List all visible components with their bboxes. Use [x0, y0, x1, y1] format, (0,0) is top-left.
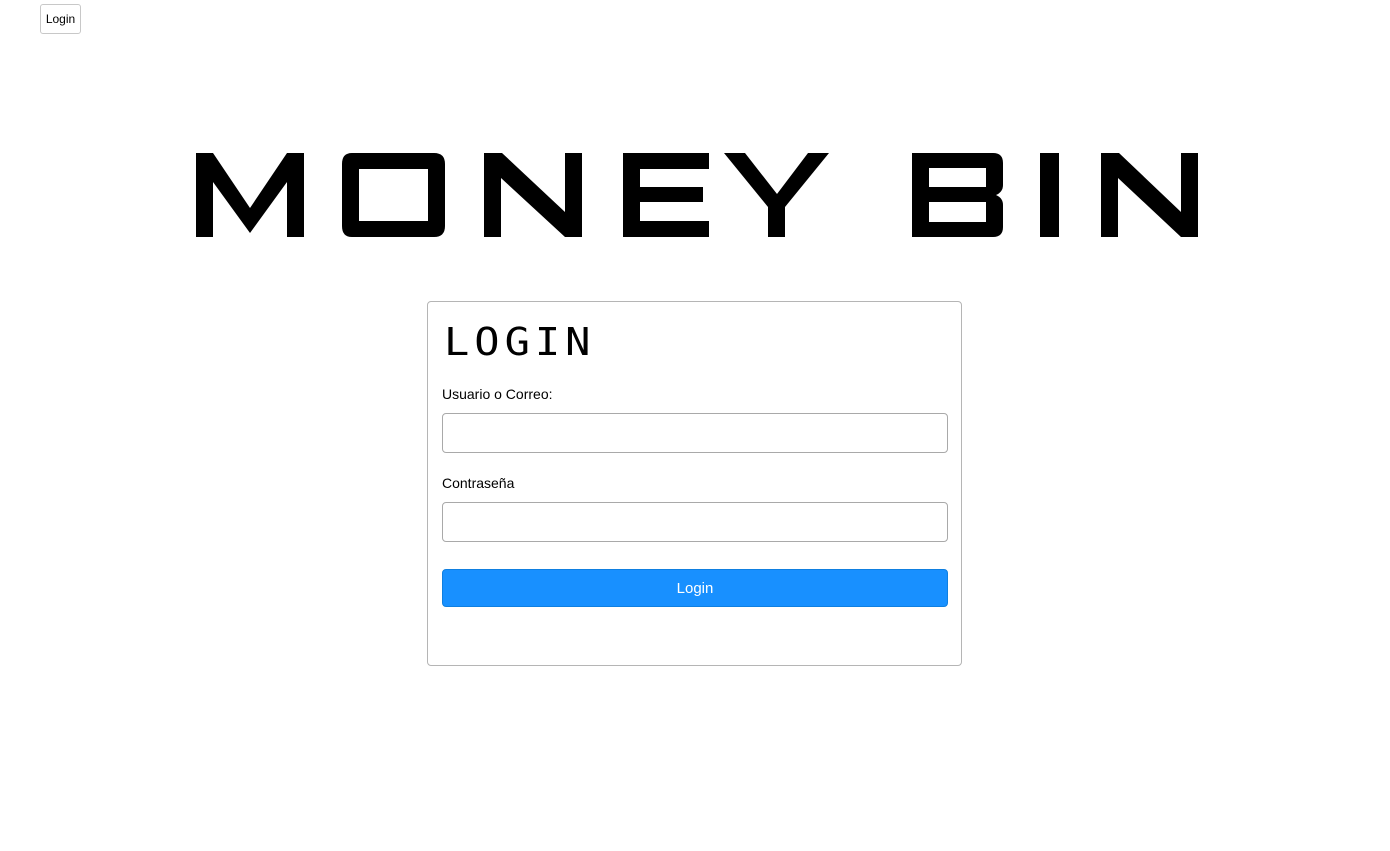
- login-title: LOGIN: [444, 319, 596, 365]
- login-submit-button[interactable]: Login: [442, 569, 948, 607]
- nav-login-button[interactable]: Login: [40, 4, 81, 34]
- username-label: Usuario o Correo:: [442, 386, 553, 402]
- password-input[interactable]: [442, 502, 948, 542]
- login-card: LOGIN Usuario o Correo: Contraseña Login: [427, 301, 962, 666]
- username-input[interactable]: [442, 413, 948, 453]
- money-bin-logo: [0, 150, 1390, 240]
- password-label: Contraseña: [442, 475, 515, 491]
- login-page: Login LOGIN Usuario o Correo: Contraseña…: [0, 0, 1390, 851]
- logo-wordmark: [196, 153, 1198, 237]
